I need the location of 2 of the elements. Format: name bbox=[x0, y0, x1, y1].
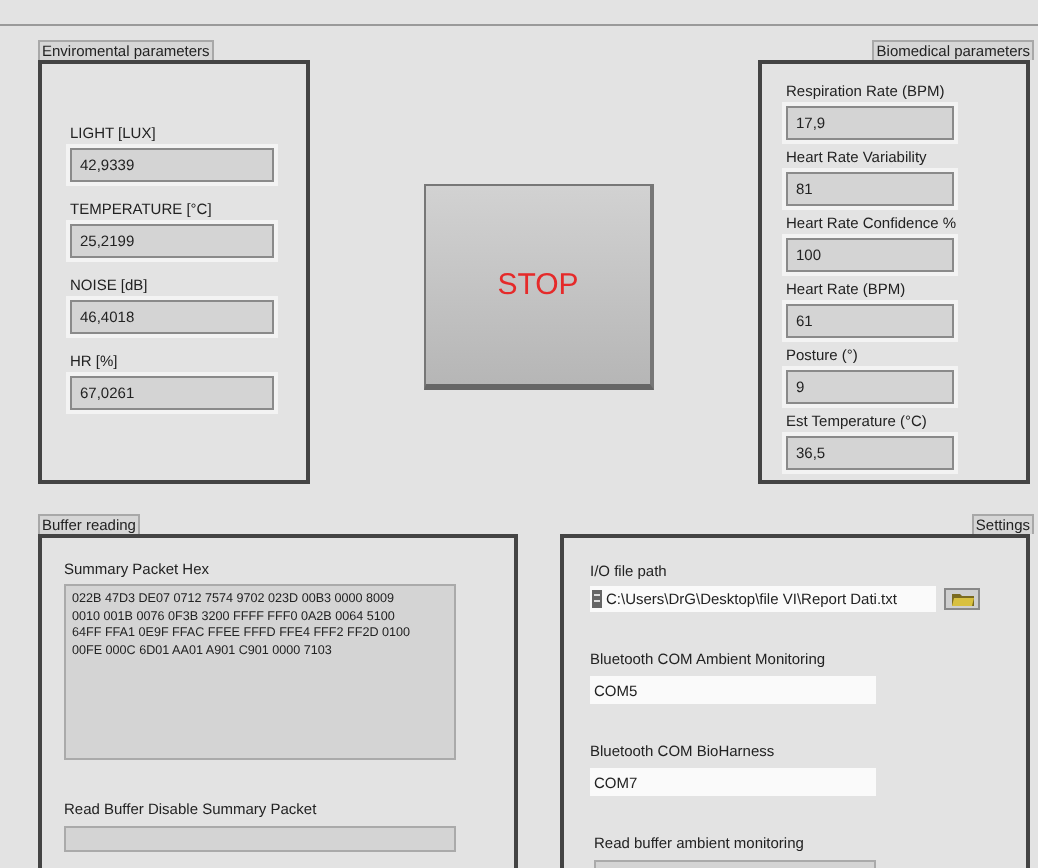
browse-button[interactable] bbox=[944, 588, 980, 610]
folder-icon bbox=[951, 592, 973, 606]
